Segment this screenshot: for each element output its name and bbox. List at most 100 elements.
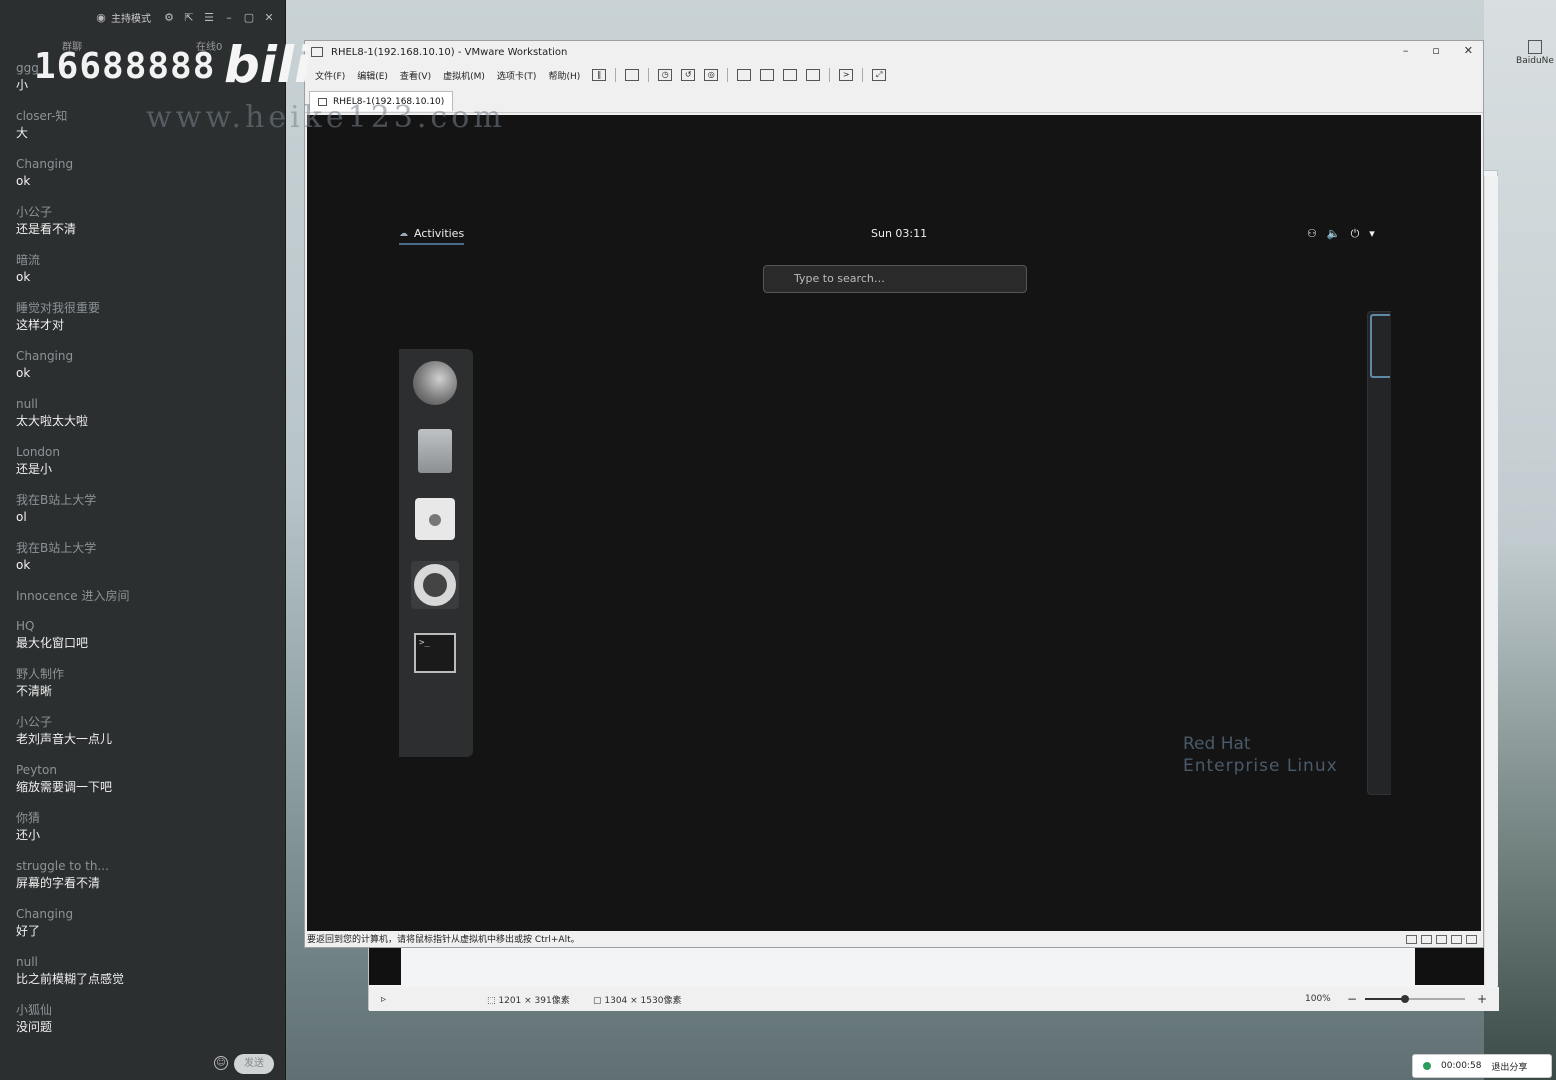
dash-help[interactable]: [411, 561, 459, 609]
menu-edit[interactable]: 编辑(E): [357, 69, 388, 82]
usb-icon[interactable]: [1451, 935, 1462, 944]
chat-username[interactable]: Changing: [16, 906, 276, 922]
minimize-icon[interactable]: –: [223, 11, 235, 24]
popout-icon[interactable]: ⇱: [183, 11, 195, 24]
minimize-button[interactable]: –: [1403, 44, 1409, 57]
emoji-icon[interactable]: ☺: [214, 1056, 228, 1070]
chat-username[interactable]: 小公子: [16, 714, 276, 730]
chat-message: 野人制作 不清晰: [16, 666, 276, 714]
vmware-statusbar: 要返回到您的计算机，请将鼠标指针从虚拟机中移出或按 Ctrl+Alt。: [305, 933, 1483, 947]
unity-icon[interactable]: [806, 69, 821, 81]
vmware-titlebar: RHEL8-1(192.168.10.10) - VMware Workstat…: [305, 41, 1483, 63]
dash-files[interactable]: [411, 427, 459, 475]
chat-username[interactable]: 小狐仙: [16, 1002, 276, 1018]
chat-username[interactable]: null: [16, 396, 276, 412]
chat-username[interactable]: 睡觉对我很重要: [16, 300, 276, 316]
status-message: 要返回到您的计算机，请将鼠标指针从虚拟机中移出或按 Ctrl+Alt。: [307, 935, 580, 945]
chat-username[interactable]: Peyton: [16, 762, 276, 778]
watermark-number: 16688888: [34, 46, 216, 87]
window-title: RHEL8-1(192.168.10.10) - VMware Workstat…: [331, 46, 568, 58]
chat-username[interactable]: struggle to th...: [16, 858, 276, 874]
console-view-icon[interactable]: >: [839, 69, 854, 81]
display-icon[interactable]: [1466, 935, 1477, 944]
chat-username[interactable]: 暗流: [16, 252, 276, 268]
chat-username[interactable]: null: [16, 954, 276, 970]
toolbar-separator: [648, 68, 650, 82]
rhel-logo-line1: Red Hat: [1183, 734, 1251, 754]
chat-message: 睡觉对我很重要 这样才对: [16, 300, 276, 348]
chat-username[interactable]: 我在B站上大学: [16, 492, 276, 508]
dash-terminal[interactable]: >_: [411, 629, 459, 677]
library-icon[interactable]: [737, 69, 752, 81]
network-adapter-icon[interactable]: [1436, 935, 1447, 944]
pointer-icon[interactable]: ▹: [381, 994, 386, 1005]
host-mode[interactable]: ◉ 主持模式: [95, 10, 151, 25]
chat-username[interactable]: 小公子: [16, 204, 276, 220]
dash-software[interactable]: [411, 495, 459, 543]
vmware-window: RHEL8-1(192.168.10.10) - VMware Workstat…: [304, 40, 1484, 948]
close-icon[interactable]: ✕: [263, 11, 275, 24]
chat-message: null 太大啦太大啦: [16, 396, 276, 444]
dash-firefox[interactable]: [411, 359, 459, 407]
viewer-thumbnail-right: [1415, 947, 1485, 985]
chat-text: 最大化窗口吧: [16, 636, 89, 650]
menu-vm[interactable]: 虚拟机(M): [443, 69, 485, 82]
send-button[interactable]: 发送: [234, 1054, 274, 1074]
workspace-switcher[interactable]: [1367, 311, 1391, 795]
maximize-button[interactable]: ▫: [1432, 44, 1439, 57]
menu-icon[interactable]: ☰: [203, 11, 215, 24]
chat-message: 小公子 还是看不清: [16, 204, 276, 252]
chat-text: 缩放需要调一下吧: [16, 780, 113, 794]
cdrom-icon[interactable]: [1421, 935, 1432, 944]
zoom-out-button[interactable]: −: [1347, 992, 1357, 1006]
menu-view[interactable]: 查看(V): [400, 69, 431, 82]
chat-input-area: ☺ 发送: [0, 1050, 286, 1080]
chat-text: 太大啦太大啦: [16, 414, 89, 428]
chat-message-list[interactable]: ggg 小 closer-知大 Changing ok 小公子 还是看不清 暗流 ok 睡觉对我很…: [16, 60, 276, 1050]
workspace-thumbnail-active[interactable]: [1370, 314, 1390, 378]
chat-username[interactable]: London: [16, 444, 276, 460]
desktop-shortcut[interactable]: BaiduNe: [1514, 40, 1556, 66]
snapshot-icon[interactable]: ◷: [658, 69, 673, 81]
pause-icon[interactable]: ‖: [592, 69, 607, 81]
menu-file[interactable]: 文件(F): [315, 69, 345, 82]
chat-text: ok: [16, 366, 31, 380]
zoom-slider[interactable]: [1365, 995, 1465, 1003]
maximize-icon[interactable]: ▢: [243, 11, 255, 24]
send-ctrl-alt-del-icon[interactable]: [625, 69, 640, 81]
hdd-icon[interactable]: [1406, 935, 1417, 944]
chat-message: Changing ok: [16, 156, 276, 204]
vm-display[interactable]: ☁ Activities Sun 03:11 ⚇ 🔈 ⏻ ▾ Type to s…: [307, 115, 1481, 931]
system-tray[interactable]: ⚇ 🔈 ⏻ ▾: [1307, 227, 1375, 241]
fullscreen-icon[interactable]: [783, 69, 798, 81]
vmware-app-icon: [311, 47, 323, 57]
chat-username[interactable]: Changing: [16, 348, 276, 364]
activities-label: Activities: [414, 227, 465, 240]
chat-message: Innocence 进入房间: [16, 588, 276, 618]
chat-username[interactable]: 我在B站上大学: [16, 540, 276, 556]
viewer-scrollbar[interactable]: [1484, 176, 1498, 986]
volume-icon: 🔈: [1326, 227, 1341, 240]
exit-share-button[interactable]: 退出分享: [1491, 1060, 1527, 1073]
menu-help[interactable]: 帮助(H): [548, 69, 580, 82]
search-input[interactable]: Type to search…: [763, 265, 1027, 293]
zoom-slider-knob[interactable]: [1401, 995, 1409, 1003]
settings-icon[interactable]: ⚙: [163, 11, 175, 24]
files-icon: [418, 429, 452, 473]
zoom-in-button[interactable]: +: [1477, 992, 1487, 1006]
chat-username[interactable]: Changing: [16, 156, 276, 172]
stretch-icon[interactable]: ⤢: [872, 69, 887, 81]
chat-message: Changing 好了: [16, 906, 276, 954]
thumbnail-bar-icon[interactable]: [760, 69, 775, 81]
power-icon: ⏻: [1350, 227, 1360, 240]
revert-snapshot-icon[interactable]: ↺: [681, 69, 696, 81]
close-button[interactable]: ✕: [1464, 44, 1473, 57]
activities-button[interactable]: ☁ Activities: [399, 227, 465, 245]
chat-username[interactable]: 你猜: [16, 810, 276, 826]
clock[interactable]: Sun 03:11: [871, 227, 927, 240]
chat-username[interactable]: Innocence 进入房间: [16, 588, 276, 604]
snapshot-manager-icon[interactable]: ◎: [704, 69, 719, 81]
chat-username[interactable]: HQ: [16, 618, 276, 634]
menu-tabs[interactable]: 选项卡(T): [497, 69, 537, 82]
chat-username[interactable]: 野人制作: [16, 666, 276, 682]
